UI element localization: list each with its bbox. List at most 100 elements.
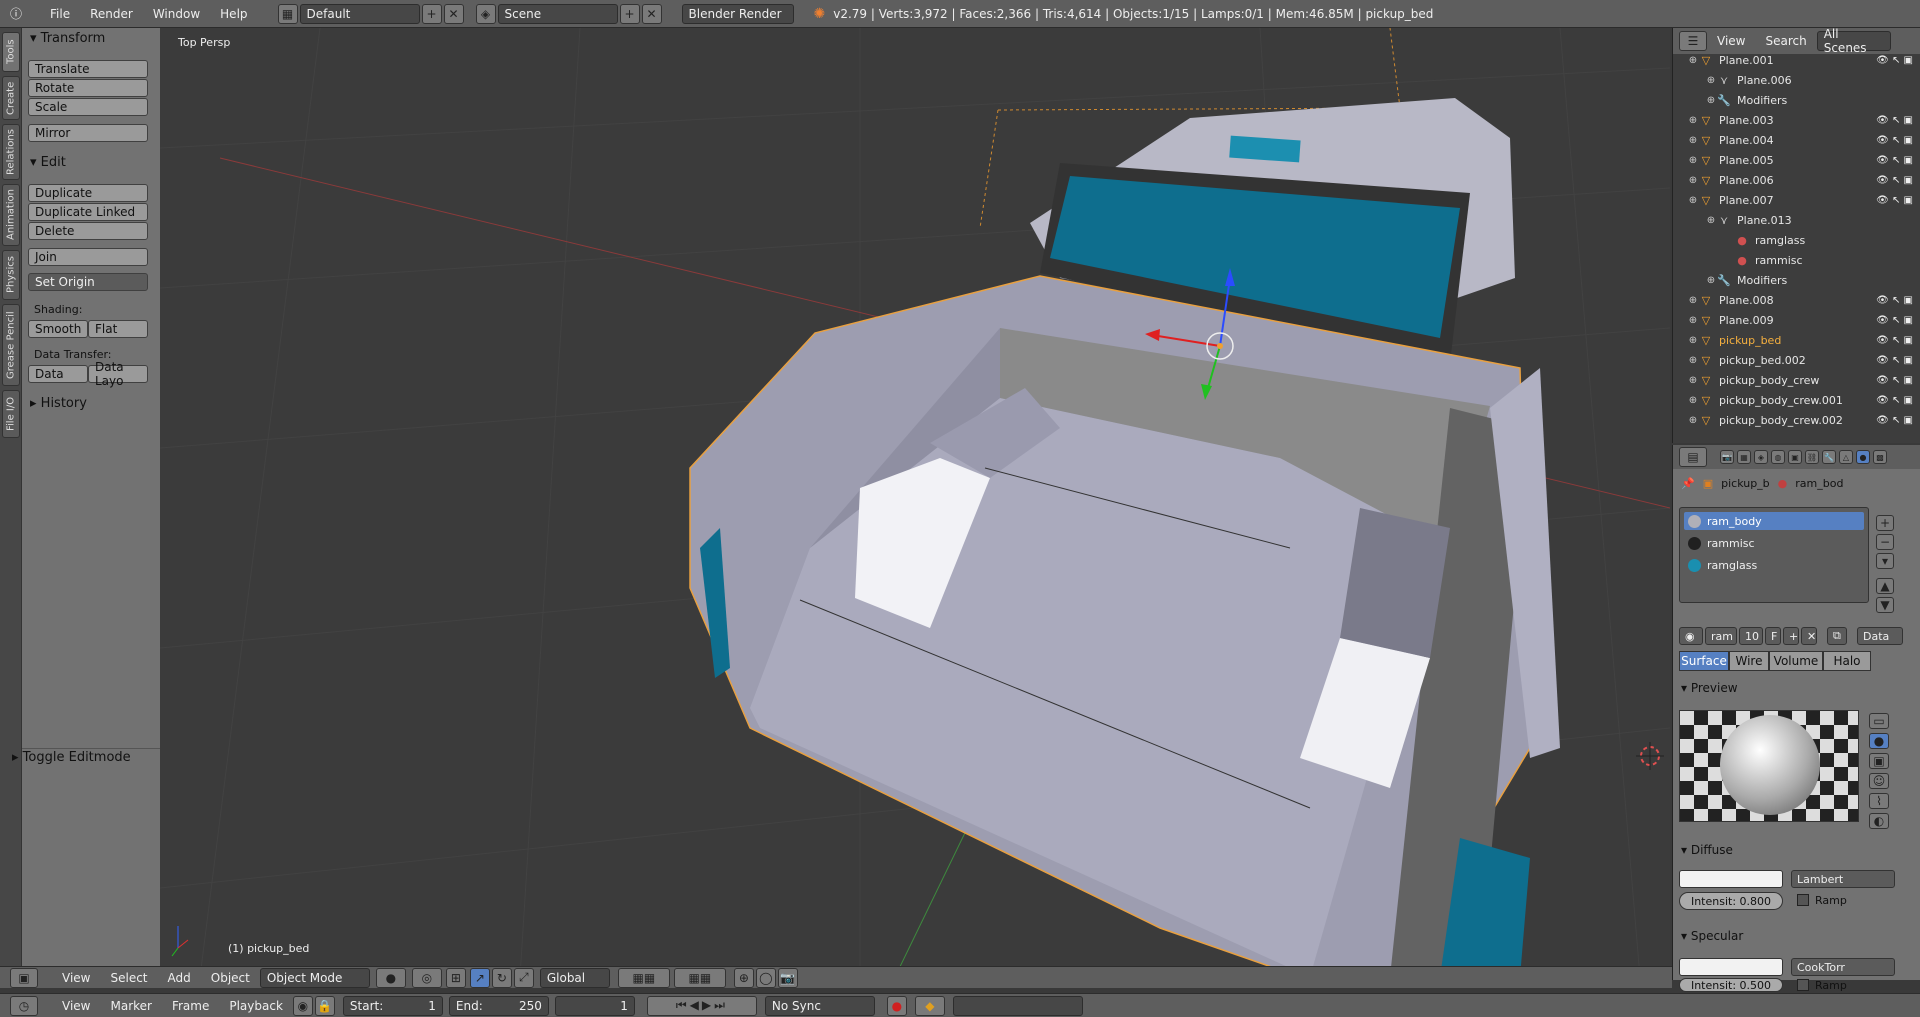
expand-icon[interactable]: ⊕ — [1687, 115, 1699, 126]
expand-icon[interactable]: ⊕ — [1705, 275, 1717, 286]
keyframe-icon[interactable]: ◆ — [914, 995, 945, 1016]
scene-field[interactable]: Scene — [497, 3, 618, 24]
outliner-row[interactable]: ⊕ ▽ Plane.006 👁 ↖ ▣ — [1673, 170, 1920, 190]
world-tab-icon[interactable]: ◍ — [1771, 450, 1785, 464]
material-users-field[interactable]: 10 — [1739, 627, 1763, 645]
preview-panel-header[interactable]: ▾ Preview — [1681, 681, 1738, 695]
mode-select[interactable]: Object Mode — [259, 967, 370, 988]
delete-button[interactable]: Delete — [28, 222, 148, 240]
tab-tools[interactable]: Tools — [2, 32, 20, 72]
material-slot[interactable]: rammisc — [1684, 534, 1864, 552]
expand-icon[interactable]: ⊕ — [1687, 55, 1699, 66]
set-origin-select[interactable]: Set Origin — [28, 273, 148, 291]
timeline-editor-icon[interactable]: ◷ — [10, 995, 38, 1016]
tab-grease-pencil[interactable]: Grease Pencil — [2, 304, 20, 386]
visibility-icons[interactable]: 👁 ↖ ▣ — [1876, 135, 1920, 146]
nodes-toggle-icon[interactable]: ⧉ — [1827, 627, 1847, 645]
menu-object[interactable]: Object — [201, 971, 260, 985]
expand-icon[interactable]: ⊕ — [1687, 355, 1699, 366]
visibility-icons[interactable]: 👁 ↖ ▣ — [1876, 415, 1920, 426]
menu-select[interactable]: Select — [100, 971, 157, 985]
pivot-icon[interactable]: ◎ — [411, 967, 442, 988]
current-frame-field[interactable]: 1 — [554, 995, 635, 1016]
expand-icon[interactable]: ⊕ — [1705, 215, 1717, 226]
visibility-icons[interactable]: 👁 ↖ ▣ — [1876, 395, 1920, 406]
expand-icon[interactable]: ⊕ — [1687, 335, 1699, 346]
start-frame-field[interactable]: Start: 1 — [342, 995, 443, 1016]
scene-icon[interactable]: ◈ — [475, 3, 496, 24]
visibility-icons[interactable]: 👁 ↖ ▣ — [1876, 295, 1920, 306]
keying-icon[interactable]: ◉ — [292, 995, 313, 1016]
outliner-row[interactable]: ⊕ ▽ pickup_bed.002 👁 ↖ ▣ — [1673, 350, 1920, 370]
outliner-row[interactable]: ⊕ ▽ pickup_body_crew 👁 ↖ ▣ — [1673, 370, 1920, 390]
menu-view[interactable]: View — [52, 971, 100, 985]
sync-select[interactable]: No Sync — [764, 995, 875, 1016]
duplicate-linked-button[interactable]: Duplicate Linked — [28, 203, 148, 221]
outliner-row[interactable]: ● rammisc — [1673, 250, 1920, 270]
modifiers-tab-icon[interactable]: 🔧 — [1822, 450, 1836, 464]
join-button[interactable]: Join — [28, 248, 148, 266]
history-panel-header[interactable]: ▸ History — [30, 396, 87, 411]
expand-icon[interactable]: ⊕ — [1687, 415, 1699, 426]
add-slot-button[interactable]: + — [1876, 515, 1894, 531]
material-browse-icon[interactable]: ◉ — [1679, 627, 1703, 645]
link-select[interactable]: Data — [1857, 627, 1903, 645]
outliner-view-menu[interactable]: View — [1707, 34, 1755, 48]
diffuse-ramp-toggle[interactable]: Ramp — [1797, 894, 1847, 907]
visibility-icons[interactable]: 👁 ↖ ▣ — [1876, 55, 1920, 66]
tab-file-io[interactable]: File I/O — [2, 390, 20, 438]
expand-icon[interactable]: ⊕ — [1687, 135, 1699, 146]
menu-file[interactable]: File — [40, 0, 80, 28]
rotate-button[interactable]: Rotate — [28, 79, 148, 97]
preview-flat-icon[interactable]: ▭ — [1869, 713, 1889, 729]
unlink-material-button[interactable]: ✕ — [1801, 627, 1817, 645]
layers-grid-b[interactable]: ▦▦ — [673, 967, 726, 988]
expand-icon[interactable]: ⊕ — [1705, 95, 1717, 106]
slot-specials-button[interactable]: ▾ — [1876, 553, 1894, 569]
manipulator-toggle-icon[interactable]: ⊞ — [445, 967, 466, 988]
tab-halo[interactable]: Halo — [1823, 651, 1871, 671]
transform-panel-header[interactable]: ▾ Transform — [30, 31, 105, 46]
expand-icon[interactable]: ⊕ — [1687, 195, 1699, 206]
preview-hair-icon[interactable]: ⌇ — [1869, 793, 1889, 809]
specular-panel-header[interactable]: ▾ Specular — [1681, 929, 1743, 943]
visibility-icons[interactable]: 👁 ↖ ▣ — [1876, 315, 1920, 326]
expand-icon[interactable]: ⊕ — [1687, 175, 1699, 186]
timeline-menu-marker[interactable]: Marker — [100, 999, 161, 1013]
visibility-icons[interactable]: 👁 ↖ ▣ — [1876, 155, 1920, 166]
visibility-icons[interactable]: 👁 ↖ ▣ — [1876, 115, 1920, 126]
visibility-icons[interactable]: 👁 ↖ ▣ — [1876, 175, 1920, 186]
menu-render[interactable]: Render — [80, 0, 143, 28]
object-tab-icon[interactable]: ▣ — [1788, 450, 1802, 464]
tab-relations[interactable]: Relations — [2, 124, 20, 180]
material-tab-icon[interactable]: ● — [1856, 450, 1870, 464]
tab-wire[interactable]: Wire — [1729, 651, 1769, 671]
outliner-row[interactable]: ⊕ ▽ Plane.009 👁 ↖ ▣ — [1673, 310, 1920, 330]
tab-volume[interactable]: Volume — [1769, 651, 1823, 671]
scale-button[interactable]: Scale — [28, 98, 148, 116]
add-layout-button[interactable]: + — [421, 3, 442, 24]
tab-surface[interactable]: Surface — [1679, 651, 1729, 671]
menu-window[interactable]: Window — [143, 0, 210, 28]
end-frame-field[interactable]: End: 250 — [448, 995, 549, 1016]
preview-sky-icon[interactable]: ◐ — [1869, 813, 1889, 829]
preview-monkey-icon[interactable]: ☺ — [1869, 773, 1889, 789]
outliner-search-menu[interactable]: Search — [1755, 34, 1816, 48]
outliner-row[interactable]: ⊕ ▽ pickup_body_crew.001 👁 ↖ ▣ — [1673, 390, 1920, 410]
scene-tab-icon[interactable]: ◈ — [1754, 450, 1768, 464]
material-slots-list[interactable]: ram_body rammisc ramglass — [1679, 507, 1869, 603]
specular-shader-select[interactable]: CookTorr — [1791, 958, 1895, 976]
render-tab-icon[interactable]: 📷 — [1720, 450, 1734, 464]
outliner-row[interactable]: ⊕ ▽ Plane.008 👁 ↖ ▣ — [1673, 290, 1920, 310]
translate-manipulator-icon[interactable]: ↗ — [469, 967, 490, 988]
layout-icon[interactable]: ▦ — [277, 3, 298, 24]
visibility-icons[interactable]: 👁 ↖ ▣ — [1876, 335, 1920, 346]
outliner-row[interactable]: ⊕ ▽ Plane.007 👁 ↖ ▣ — [1673, 190, 1920, 210]
new-material-button[interactable]: + — [1783, 627, 1799, 645]
outliner-row[interactable]: ⊕ ▽ Plane.005 👁 ↖ ▣ — [1673, 150, 1920, 170]
expand-icon[interactable]: ⊕ — [1687, 155, 1699, 166]
tab-create[interactable]: Create — [2, 76, 20, 120]
layout-field[interactable]: Default — [299, 3, 420, 24]
add-scene-button[interactable]: + — [619, 3, 640, 24]
translate-button[interactable]: Translate — [28, 60, 148, 78]
